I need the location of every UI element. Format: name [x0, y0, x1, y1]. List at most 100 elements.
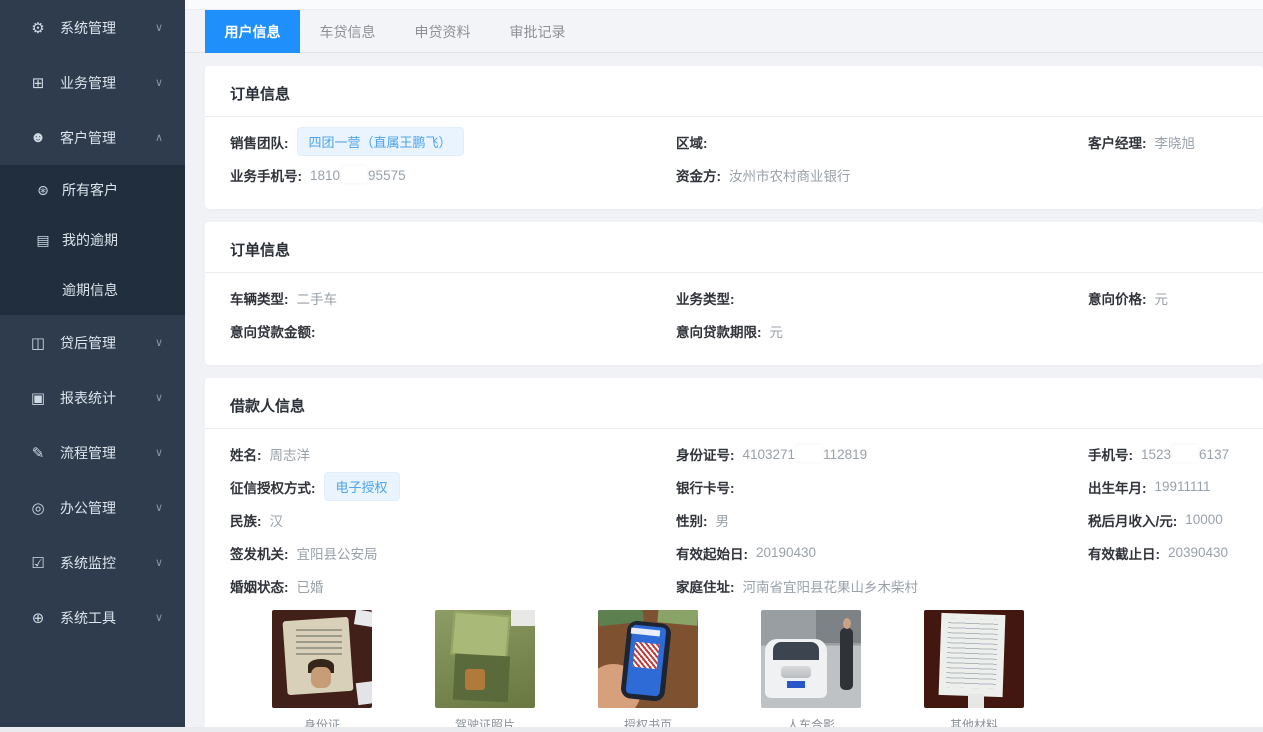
field-label: 签发机关:	[230, 543, 289, 563]
sidebar-submenu-customer: ⊛ 所有客户 ▤ 我的逾期 逾期信息	[0, 165, 185, 315]
chevron-up-icon: ∧	[155, 131, 163, 144]
credit-auth-tag: 电子授权	[324, 472, 400, 501]
sidebar-item-my-overdue[interactable]: ▤ 我的逾期	[0, 215, 185, 265]
field-value: 元	[770, 321, 784, 341]
field-credit-auth-method: 征信授权方式: 电子授权	[230, 472, 676, 501]
field-label: 税后月收入/元:	[1088, 510, 1177, 530]
borrower-info-card: 借款人信息 姓名: 周志洋 身份证号: 4103271112819 手机号: 1…	[205, 378, 1263, 732]
field-label: 车辆类型:	[230, 288, 289, 308]
field-funder: 资金方: 汝州市农村商业银行	[676, 165, 1088, 185]
sidebar-item-label: 办公管理	[60, 498, 116, 518]
photo-person-with-car[interactable]	[761, 610, 861, 708]
borrower-photo-list: 身份证 驾驶证照片	[205, 610, 1263, 732]
field-label: 性别:	[676, 510, 708, 530]
sidebar-item-label: 流程管理	[60, 443, 116, 463]
field-business-type: 业务类型:	[676, 288, 1088, 308]
app-window: ⚙ 系统管理 ∨ ⊞ 业务管理 ∨ ☻ 客户管理 ∧ ⊛ 所有客户 ▤ 我的逾期	[0, 0, 1263, 732]
field-value: 20390430	[1168, 545, 1228, 560]
sidebar-item-office-mgmt[interactable]: ◎ 办公管理 ∨	[0, 480, 185, 535]
field-label: 征信授权方式:	[230, 477, 316, 497]
photo-item: 驾驶证照片	[435, 610, 535, 732]
field-value: 汝州市农村商业银行	[729, 165, 851, 185]
photo-handwritten-document[interactable]	[924, 610, 1024, 708]
target-icon: ◎	[28, 499, 48, 517]
sidebar-item-system-mgmt[interactable]: ⚙ 系统管理 ∨	[0, 0, 185, 55]
card-title: 借款人信息	[205, 378, 1263, 429]
field-sales-team: 销售团队: 四团一营（直属王鹏飞）	[230, 127, 676, 156]
field-label: 意向价格:	[1088, 288, 1147, 308]
tab-user-info[interactable]: 用户信息	[205, 10, 300, 53]
bottom-scroll-strip	[0, 727, 1263, 732]
field-home-address: 家庭住址: 河南省宜阳县花果山乡木柴村	[676, 576, 1088, 596]
monitor-icon: ▣	[28, 389, 48, 407]
grid-icon: ⊞	[28, 74, 48, 92]
main-content: 用户信息 车贷信息 申贷资料 审批记录 订单信息 销售团队: 四团一营（直属王鹏…	[185, 0, 1263, 732]
field-account-manager: 客户经理: 李晓旭	[1088, 132, 1238, 152]
field-value: 元	[1155, 288, 1169, 308]
sidebar-item-label: 贷后管理	[60, 333, 116, 353]
sidebar-item-label: 客户管理	[60, 128, 116, 148]
document-icon: ▤	[34, 232, 52, 249]
tab-loan-application-docs[interactable]: 申贷资料	[395, 10, 490, 53]
sidebar-item-business-mgmt[interactable]: ⊞ 业务管理 ∨	[0, 55, 185, 110]
tab-approval-records[interactable]: 审批记录	[490, 10, 585, 53]
chevron-down-icon: ∨	[155, 446, 163, 459]
field-value: 15236137	[1141, 445, 1229, 462]
photo-id-card[interactable]	[272, 610, 372, 708]
book-icon: ◫	[28, 334, 48, 352]
field-monthly-income: 税后月收入/元: 10000	[1088, 510, 1238, 530]
field-vehicle-type: 车辆类型: 二手车	[230, 288, 676, 308]
tab-car-loan-info[interactable]: 车贷信息	[300, 10, 395, 53]
chevron-down-icon: ∨	[155, 76, 163, 89]
field-value: 19911111	[1155, 479, 1211, 494]
field-birth-date: 出生年月: 19911111	[1088, 477, 1238, 497]
photo-phone-qr-code[interactable]	[598, 610, 698, 708]
field-value: 周志洋	[270, 444, 311, 464]
sales-team-tag[interactable]: 四团一营（直属王鹏飞）	[297, 127, 464, 156]
field-value: 汉	[270, 510, 284, 530]
field-value: 李晓旭	[1155, 132, 1196, 152]
field-label: 出生年月:	[1088, 477, 1147, 497]
sidebar-item-label: 系统监控	[60, 553, 116, 573]
checkbox-icon: ☑	[28, 554, 48, 572]
field-label: 身份证号:	[676, 444, 735, 464]
redaction-block	[341, 166, 367, 183]
field-label: 家庭住址:	[676, 576, 735, 596]
sidebar-item-label: 所有客户	[62, 180, 118, 200]
sidebar-item-label: 业务管理	[60, 73, 116, 93]
field-name: 姓名: 周志洋	[230, 444, 676, 464]
field-valid-from: 有效起始日: 20190430	[676, 543, 1088, 563]
field-region: 区域:	[676, 132, 1088, 152]
field-marital-status: 婚姻状态: 已婚	[230, 576, 676, 596]
field-bank-card: 银行卡号:	[676, 477, 1088, 497]
order-info-card-1: 订单信息 销售团队: 四团一营（直属王鹏飞） 区域: 客户经理: 李晓旭	[205, 66, 1263, 209]
sidebar-item-label: 报表统计	[60, 388, 116, 408]
field-value: 宜阳县公安局	[297, 543, 378, 563]
plus-circle-icon: ⊕	[28, 609, 48, 627]
field-label: 姓名:	[230, 444, 262, 464]
field-label: 民族:	[230, 510, 262, 530]
sidebar-item-process-mgmt[interactable]: ✎ 流程管理 ∨	[0, 425, 185, 480]
sidebar-item-customer-mgmt[interactable]: ☻ 客户管理 ∧	[0, 110, 185, 165]
user-icon: ☻	[28, 129, 48, 146]
field-value: 4103271112819	[743, 445, 868, 462]
field-label: 销售团队:	[230, 132, 289, 152]
customers-icon: ⊛	[34, 182, 52, 199]
field-value: 河南省宜阳县花果山乡木柴村	[743, 576, 919, 596]
sidebar-item-overdue-info[interactable]: 逾期信息	[0, 265, 185, 315]
field-label: 有效起始日:	[676, 543, 748, 563]
sidebar-item-system-monitor[interactable]: ☑ 系统监控 ∨	[0, 535, 185, 590]
field-value: 20190430	[756, 545, 816, 560]
redaction-block	[796, 445, 822, 462]
gear-icon: ⚙	[28, 19, 48, 37]
photo-item: 其他材料	[924, 610, 1024, 732]
field-label: 意向贷款金额:	[230, 321, 316, 341]
field-issuing-authority: 签发机关: 宜阳县公安局	[230, 543, 676, 563]
field-label: 银行卡号:	[676, 477, 735, 497]
sidebar-item-system-tools[interactable]: ⊕ 系统工具 ∨	[0, 590, 185, 645]
sidebar-item-postloan-mgmt[interactable]: ◫ 贷后管理 ∨	[0, 315, 185, 370]
sidebar-item-all-customers[interactable]: ⊛ 所有客户	[0, 165, 185, 215]
redaction-block	[1172, 445, 1198, 462]
sidebar-item-report-stats[interactable]: ▣ 报表统计 ∨	[0, 370, 185, 425]
photo-green-booklet[interactable]	[435, 610, 535, 708]
